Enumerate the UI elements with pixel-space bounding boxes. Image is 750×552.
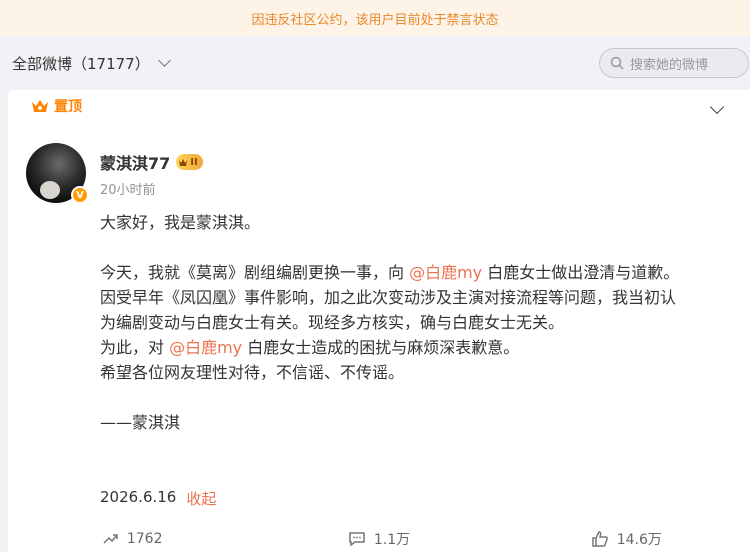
thumbs-up-icon [591, 531, 608, 547]
content-line: 希望各位网友理性对待，不信谣、不传谣。 [100, 363, 405, 382]
ban-notice-text: 因违反社区公约，该用户目前处于禁言状态 [251, 12, 499, 28]
post-date-row: 2026.6.16 收起 [100, 488, 216, 509]
search-placeholder: 搜索她的微博 [630, 57, 709, 73]
pinned-indicator: 置顶 [30, 96, 82, 116]
post-filter-label: 全部微博（17177） [12, 54, 150, 73]
verified-badge-icon: V [71, 186, 89, 204]
content-line [100, 385, 740, 410]
repost-count: 1762 [126, 531, 163, 547]
comment-button[interactable]: 1.1万 [255, 526, 502, 552]
content-text: 为此，对 [100, 338, 170, 357]
mention-link[interactable]: @白鹿my [169, 338, 242, 357]
post-time[interactable]: 20小时前 [100, 179, 156, 198]
post-card: 置顶 V 蒙淇淇77 II 20小时前 大家好，我是蒙淇淇。今天，我就《莫离》剧… [8, 90, 750, 552]
content-line: 为此，对 @白鹿my 白鹿女士造成的困扰与麻烦深表歉意。 [100, 335, 740, 360]
post-filter-dropdown[interactable]: 全部微博（17177） [12, 53, 171, 74]
username[interactable]: 蒙淇淇77 II [100, 150, 203, 174]
search-icon [610, 56, 624, 70]
crown-icon [32, 100, 48, 112]
comment-count: 1.1万 [373, 532, 411, 548]
pinned-label: 置顶 [54, 99, 82, 115]
post-menu-chevron-icon[interactable] [709, 99, 725, 115]
username-text: 蒙淇淇77 [100, 154, 171, 173]
search-input[interactable]: 搜索她的微博 [599, 48, 749, 78]
chevron-down-icon [157, 54, 171, 67]
level-text: II [190, 156, 198, 168]
action-bar: 1762 1.1万 14.6万 [8, 526, 750, 552]
post-content: 大家好，我是蒙淇淇。今天，我就《莫离》剧组编剧更换一事，向 @白鹿my 白鹿女士… [100, 210, 740, 435]
collapse-link[interactable]: 收起 [186, 488, 216, 509]
content-line [100, 235, 740, 260]
ban-notice: 因违反社区公约，该用户目前处于禁言状态 [0, 0, 750, 36]
content-line: 因受早年《凤囚凰》事件影响，加之此次变动涉及主演对接流程等问题，我当初认 [100, 288, 677, 307]
level-badge: II [176, 154, 203, 170]
repost-icon [103, 534, 118, 544]
content-text: 白鹿女士做出澄清与道歉。 [482, 263, 680, 282]
like-button[interactable]: 14.6万 [503, 526, 750, 552]
comment-icon [349, 532, 365, 547]
content-line: 为编剧变动与白鹿女士有关。现经多方核实，确与白鹿女士无关。 [100, 313, 565, 332]
post-date: 2026.6.16 [100, 488, 177, 506]
avatar-pet [40, 181, 60, 199]
repost-button[interactable]: 1762 [8, 526, 255, 552]
like-count: 14.6万 [616, 532, 662, 548]
content-text: 今天，我就《莫离》剧组编剧更换一事，向 [100, 263, 410, 282]
filter-bar: 全部微博（17177） 搜索她的微博 [0, 36, 750, 90]
content-text: 白鹿女士造成的困扰与麻烦深表歉意。 [242, 338, 520, 357]
content-line: 大家好，我是蒙淇淇。 [100, 213, 261, 232]
content-line: ——蒙淇淇 [100, 413, 181, 432]
crown-small-icon [179, 158, 188, 166]
content-line: 今天，我就《莫离》剧组编剧更换一事，向 @白鹿my 白鹿女士做出澄清与道歉。 [100, 260, 740, 285]
mention-link[interactable]: @白鹿my [409, 263, 482, 282]
